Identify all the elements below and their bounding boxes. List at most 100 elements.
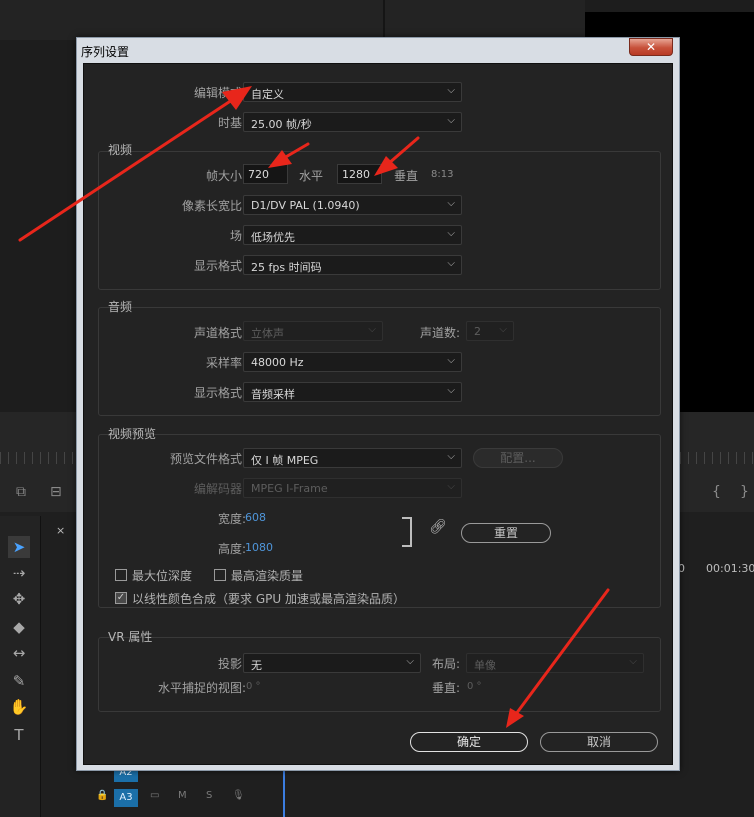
edit-mode-select[interactable]: 自定义 ⌵: [243, 82, 462, 102]
configure-button[interactable]: 配置...: [473, 448, 563, 468]
chevron-down-icon: ⌵: [629, 656, 637, 667]
max-bit-depth-label: 最大位深度: [132, 569, 193, 583]
mark-in-icon[interactable]: {: [712, 484, 721, 500]
chevron-down-icon: ⌵: [447, 85, 455, 96]
audio-display-format-value: 音频采样: [251, 388, 295, 401]
solo-icon[interactable]: S: [206, 790, 212, 801]
pen-tool-icon[interactable]: ✎: [8, 670, 30, 692]
vr-vertical-label: 垂直:: [431, 681, 460, 695]
close-button[interactable]: ✕: [629, 38, 673, 56]
hand-tool-icon[interactable]: ✋: [8, 696, 30, 718]
vertical-label: 垂直: [394, 169, 419, 183]
pixel-aspect-value: D1/DV PAL (1.0940): [251, 199, 360, 212]
sample-rate-value: 48000 Hz: [251, 356, 304, 369]
sample-rate-select[interactable]: 48000 Hz ⌵: [243, 352, 462, 372]
insert-icon[interactable]: ⧉: [16, 484, 26, 500]
track-select-tool-icon[interactable]: ⇢: [8, 562, 30, 584]
video-group-title: 视频: [108, 143, 133, 157]
sequence-settings-dialog: 序列设置 ✕ 编辑模式: 自定义 ⌵ 时基: 25.00 帧/秒 ⌵ 视频 帧大…: [76, 37, 680, 771]
track-a3-label[interactable]: A3: [114, 789, 138, 807]
timebase-label: 时基:: [217, 116, 246, 130]
mute-icon[interactable]: M: [178, 790, 187, 801]
linear-color-checkbox[interactable]: ✓: [115, 592, 127, 604]
chevron-down-icon: ⌵: [368, 324, 376, 335]
h-capture-label: 水平捕捉的视图:: [157, 681, 246, 695]
fields-select[interactable]: 低场优先 ⌵: [243, 225, 462, 245]
projection-value: 无: [251, 659, 262, 672]
playhead[interactable]: [283, 770, 285, 817]
codec-label: 编解码器:: [193, 482, 246, 496]
channels-select[interactable]: 2 ⌵: [466, 321, 514, 341]
video-preview-group-title: 视频预览: [108, 427, 157, 441]
aspect-ratio-text: 8:13: [431, 169, 454, 180]
source-panel: [0, 0, 385, 40]
chevron-down-icon: ⌵: [499, 324, 507, 335]
type-tool-icon[interactable]: T: [8, 724, 30, 746]
track-a3: 🔒 A3 ▭ M S 🎙: [86, 787, 276, 809]
mark-out-icon[interactable]: }: [740, 484, 749, 500]
audio-display-format-select[interactable]: 音频采样 ⌵: [243, 382, 462, 402]
max-bit-depth-checkbox[interactable]: [115, 569, 127, 581]
fields-value: 低场优先: [251, 231, 295, 244]
frame-height-input[interactable]: 1280: [337, 164, 382, 184]
ok-button[interactable]: 确定: [410, 732, 528, 752]
timeline-tab-close-icon[interactable]: ×: [56, 524, 65, 537]
linear-color-label: 以线性颜色合成（要求 GPU 加速或最高渲染品质）: [132, 592, 405, 606]
timebase-select[interactable]: 25.00 帧/秒 ⌵: [243, 112, 462, 132]
channel-format-label: 声道格式:: [193, 326, 246, 340]
projection-select[interactable]: 无 ⌵: [243, 653, 421, 673]
channel-format-value: 立体声: [251, 327, 284, 340]
dialog-content: 编辑模式: 自定义 ⌵ 时基: 25.00 帧/秒 ⌵ 视频 帧大小: 720 …: [83, 63, 673, 765]
microphone-icon[interactable]: 🎙: [232, 790, 245, 801]
horizontal-label: 水平: [299, 169, 324, 183]
frame-size-label: 帧大小:: [205, 169, 246, 183]
sync-lock-icon[interactable]: ▭: [150, 790, 159, 801]
chevron-down-icon: ⌵: [447, 385, 455, 396]
max-render-quality-label: 最高渲染质量: [231, 569, 304, 583]
chevron-down-icon: ⌵: [447, 115, 455, 126]
reset-button[interactable]: 重置: [461, 523, 551, 543]
layout-select[interactable]: 单像 ⌵: [466, 653, 644, 673]
edit-mode-value: 自定义: [251, 88, 284, 101]
channels-label: 声道数:: [419, 326, 460, 340]
slip-tool-icon[interactable]: ↔: [8, 642, 30, 664]
preview-file-format-select[interactable]: 仅 I 帧 MPEG ⌵: [243, 448, 462, 468]
codec-select[interactable]: MPEG I-Frame ⌵: [243, 478, 462, 498]
max-render-quality-checkbox[interactable]: [214, 569, 226, 581]
link-icon[interactable]: 🔗︎: [429, 519, 447, 535]
pixel-aspect-select[interactable]: D1/DV PAL (1.0940) ⌵: [243, 195, 462, 215]
vr-group: [98, 637, 661, 712]
channels-value: 2: [474, 325, 481, 338]
timebase-value: 25.00 帧/秒: [251, 118, 312, 131]
audio-display-format-label: 显示格式:: [193, 386, 246, 400]
aspect-link-bracket: [402, 517, 412, 547]
preview-height-value[interactable]: 1080: [245, 541, 273, 554]
chevron-down-icon: ⌵: [447, 451, 455, 462]
h-capture-value[interactable]: 0 °: [246, 681, 261, 692]
chevron-down-icon: ⌵: [447, 355, 455, 366]
edit-mode-label: 编辑模式:: [193, 86, 246, 100]
lock-icon[interactable]: 🔒: [96, 790, 108, 801]
timeline-ruler-time: 00:01:30:0: [706, 562, 754, 575]
dialog-titlebar[interactable]: 序列设置 ✕: [77, 38, 679, 62]
overwrite-icon[interactable]: ⊟: [50, 484, 62, 500]
projection-label: 投影:: [217, 657, 246, 671]
layout-label: 布局:: [431, 657, 460, 671]
cancel-button[interactable]: 取消: [540, 732, 658, 752]
frame-width-input[interactable]: 720: [243, 164, 288, 184]
preview-width-value[interactable]: 608: [245, 511, 266, 524]
vr-vertical-value[interactable]: 0 °: [467, 681, 482, 692]
video-display-format-select[interactable]: 25 fps 时间码 ⌵: [243, 255, 462, 275]
chevron-down-icon: ⌵: [447, 258, 455, 269]
razor-tool-icon[interactable]: ◆: [8, 616, 30, 638]
pixel-aspect-label: 像素长宽比:: [181, 199, 246, 213]
ripple-edit-tool-icon[interactable]: ✥: [8, 588, 30, 610]
chevron-down-icon: ⌵: [406, 656, 414, 667]
channel-format-select[interactable]: 立体声 ⌵: [243, 321, 383, 341]
tools-panel: ➤ ⇢ ✥ ◆ ↔ ✎ ✋ T: [0, 516, 41, 817]
preview-file-format-label: 预览文件格式:: [169, 452, 246, 466]
selection-tool-icon[interactable]: ➤: [8, 536, 30, 558]
video-display-format-label: 显示格式:: [193, 259, 246, 273]
audio-group-title: 音频: [108, 300, 133, 314]
sample-rate-label: 采样率:: [205, 356, 246, 370]
